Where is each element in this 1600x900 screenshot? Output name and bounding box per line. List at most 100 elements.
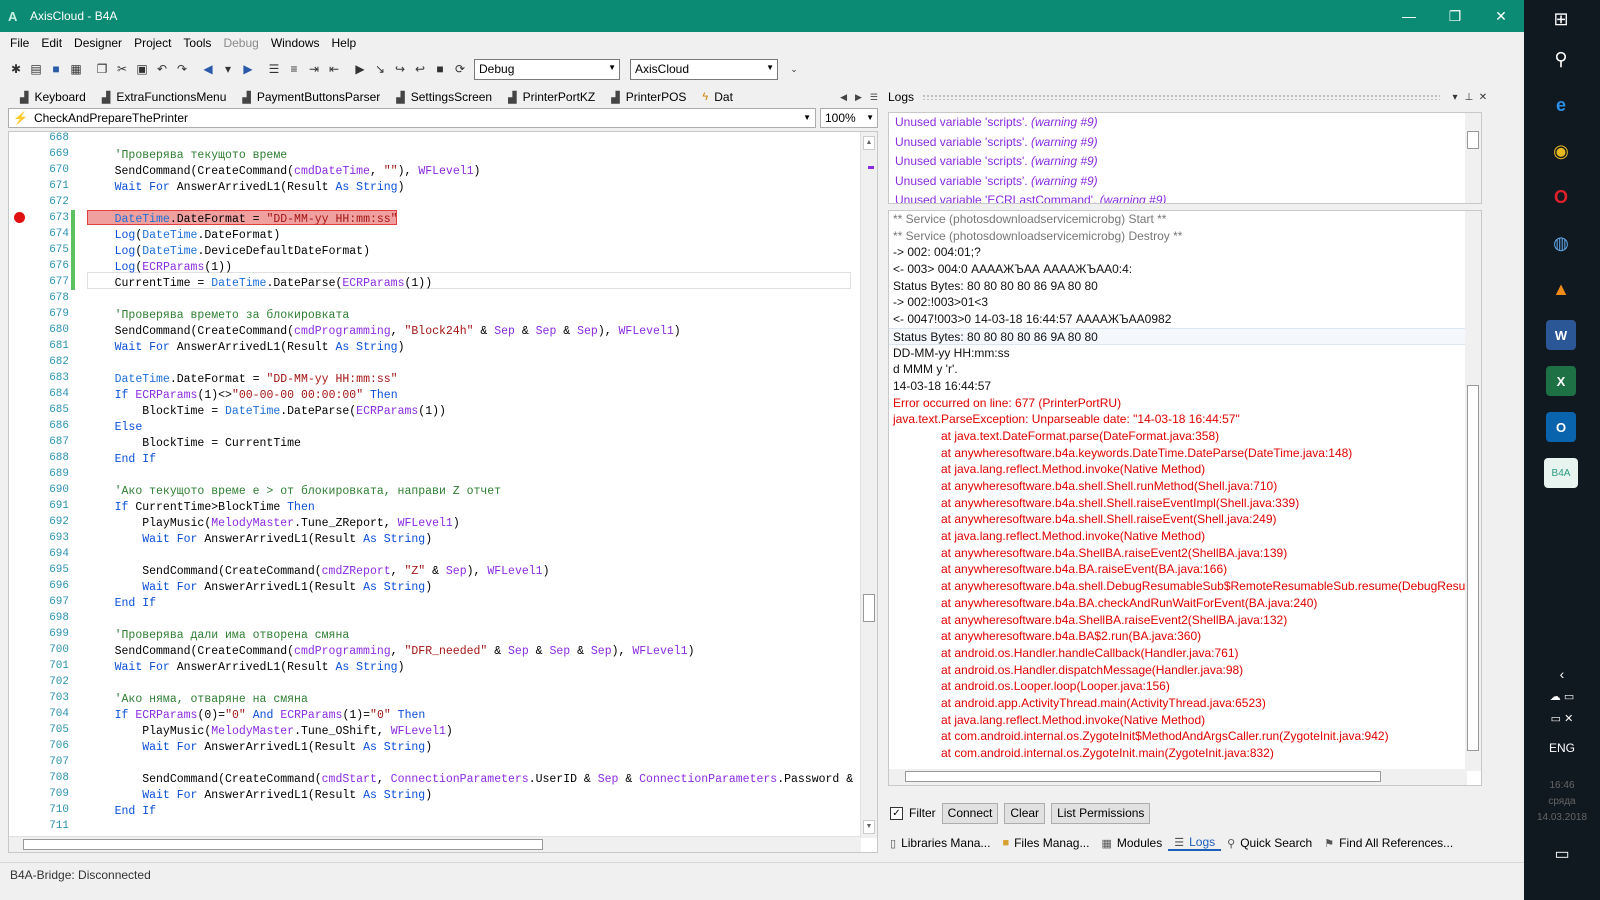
minimize-button[interactable]: — <box>1386 0 1432 32</box>
log-line[interactable]: at android.os.Handler.dispatchMessage(Ha… <box>889 662 1481 679</box>
tab-scroll-left-icon[interactable]: ◀ <box>840 92 847 103</box>
log-line[interactable]: ** Service (photosdownloadservicemicrobg… <box>889 228 1481 245</box>
clear-button[interactable]: Clear <box>1004 802 1046 824</box>
log-line[interactable]: at anywheresoftware.b4a.BA.checkAndRunWa… <box>889 595 1481 612</box>
opera-icon[interactable]: O <box>1546 182 1576 212</box>
scroll-up-icon[interactable]: ▲ <box>863 136 875 150</box>
warning-item[interactable]: Unused variable 'scripts'. (warning #9) <box>889 172 1481 192</box>
uncomment-block-icon[interactable]: ≡ <box>284 59 304 79</box>
tab-extrafunctionsmenu[interactable]: ▟ ExtraFunctionsMenu <box>94 90 235 104</box>
step-out-icon[interactable]: ↩ <box>410 59 430 79</box>
tab-printerpos[interactable]: ▟ PrinterPOS <box>603 90 694 104</box>
log-line[interactable]: Status Bytes: 80 80 80 80 86 9A 80 80 <box>889 278 1481 295</box>
toolbar-overflow-icon[interactable]: ⌄ <box>784 59 804 79</box>
warnings-scrollbar[interactable] <box>1465 113 1481 203</box>
scroll-thumb[interactable] <box>1467 131 1479 149</box>
copy-icon[interactable]: ❐ <box>92 59 112 79</box>
tab-keyboard[interactable]: ▟ Keyboard <box>12 90 94 104</box>
scroll-thumb[interactable] <box>863 594 875 622</box>
b4a-taskbar-icon[interactable]: B4A <box>1544 458 1578 488</box>
log-line[interactable]: at java.lang.reflect.Method.invoke(Nativ… <box>889 461 1481 478</box>
tab-files-manager[interactable]: ■ Files Manag... <box>996 836 1095 850</box>
logs-horizontal-scrollbar[interactable] <box>889 769 1467 785</box>
save-all-icon[interactable]: ▦ <box>66 59 86 79</box>
warning-item[interactable]: Unused variable 'scripts'. (warning #9) <box>889 113 1481 133</box>
tab-paymentbuttonsparser[interactable]: ▟ PaymentButtonsParser <box>234 90 388 104</box>
tab-logs[interactable]: ☰ Logs <box>1168 835 1222 851</box>
save-icon[interactable]: ■ <box>46 59 66 79</box>
connect-button[interactable]: Connect <box>941 802 999 824</box>
open-icon[interactable]: ▤ <box>26 59 46 79</box>
tab-scroll-right-icon[interactable]: ▶ <box>855 92 862 103</box>
scroll-thumb[interactable] <box>905 771 1381 782</box>
run-icon[interactable]: ▶ <box>350 59 370 79</box>
tab-printerportkz[interactable]: ▟ PrinterPortKZ <box>500 90 603 104</box>
log-line[interactable]: -> 002:!003>01<3 <box>889 294 1481 311</box>
menu-file[interactable]: File <box>4 36 35 50</box>
tray-expand-icon[interactable]: ‹ <box>1524 666 1600 682</box>
dropdown-arrow-icon[interactable]: ▾ <box>218 59 238 79</box>
log-line[interactable]: at com.android.internal.os.ZygoteInit.ma… <box>889 745 1481 762</box>
filter-checkbox[interactable]: ✓ <box>890 806 903 820</box>
log-line[interactable]: at java.text.DateFormat.parse(DateFormat… <box>889 428 1481 445</box>
globe-icon[interactable]: ◍ <box>1546 228 1576 258</box>
step-in-icon[interactable]: ↘ <box>370 59 390 79</box>
outlook-icon[interactable]: O <box>1546 412 1576 442</box>
log-line[interactable]: ** Service (photosdownloadservicemicrobg… <box>889 211 1481 228</box>
log-line[interactable]: at anywheresoftware.b4a.keywords.DateTim… <box>889 445 1481 462</box>
log-line[interactable]: Error occurred on line: 677 (PrinterPort… <box>889 395 1481 412</box>
editor-vertical-scrollbar[interactable]: ▲ ▼ <box>860 132 877 838</box>
navigate-back-icon[interactable]: ◀ <box>198 59 218 79</box>
redo-icon[interactable]: ↷ <box>172 59 192 79</box>
comment-block-icon[interactable]: ☰ <box>264 59 284 79</box>
menu-help[interactable]: Help <box>326 36 363 50</box>
undo-icon[interactable]: ↶ <box>152 59 172 79</box>
new-icon[interactable]: ✱ <box>6 59 26 79</box>
logs-vertical-scrollbar[interactable] <box>1465 211 1481 771</box>
close-button[interactable]: ✕ <box>1478 0 1524 32</box>
log-line[interactable]: at anywheresoftware.b4a.shell.DebugResum… <box>889 578 1481 595</box>
log-line[interactable]: java.text.ParseException: Unparseable da… <box>889 411 1481 428</box>
log-line[interactable]: at anywheresoftware.b4a.ShellBA.raiseEve… <box>889 545 1481 562</box>
tab-dat[interactable]: ϟ Dat <box>694 90 741 104</box>
warning-item[interactable]: Unused variable 'ECRLastCommand'. (warni… <box>889 191 1481 203</box>
log-line[interactable]: 14-03-18 16:44:57 <box>889 378 1481 395</box>
cut-icon[interactable]: ✂ <box>112 59 132 79</box>
tab-settingsscreen[interactable]: ▟ SettingsScreen <box>388 90 500 104</box>
menu-debug[interactable]: Debug <box>217 36 264 50</box>
list-permissions-button[interactable]: List Permissions <box>1051 802 1151 824</box>
tab-libraries-manager[interactable]: ▯ Libraries Mana... <box>884 836 996 850</box>
menu-tools[interactable]: Tools <box>177 36 217 50</box>
menu-designer[interactable]: Designer <box>68 36 128 50</box>
log-line[interactable]: at anywheresoftware.b4a.shell.Shell.rais… <box>889 495 1481 512</box>
chrome-icon[interactable]: ◉ <box>1546 136 1576 166</box>
log-line[interactable]: at android.app.ActivityThread.main(Activ… <box>889 695 1481 712</box>
paste-icon[interactable]: ▣ <box>132 59 152 79</box>
notifications-icon[interactable]: ▭ <box>1524 844 1600 864</box>
language-indicator[interactable]: ENG <box>1524 741 1600 755</box>
log-line[interactable]: DD-MM-yy HH:mm:ss <box>889 345 1481 362</box>
warning-item[interactable]: Unused variable 'scripts'. (warning #9) <box>889 133 1481 153</box>
log-line[interactable]: -> 002: 004:01;? <box>889 244 1481 261</box>
warnings-list[interactable]: Unused variable 'scripts'. (warning #9) U… <box>888 112 1482 204</box>
log-line[interactable]: at android.os.Looper.loop(Looper.java:15… <box>889 678 1481 695</box>
code-text[interactable]: 'Проверява текущото време SendCommand(Cr… <box>87 132 857 838</box>
log-line[interactable]: d MMM y 'r'. <box>889 361 1481 378</box>
zoom-select[interactable]: 100% ▼ <box>820 108 878 128</box>
log-line[interactable]: at anywheresoftware.b4a.BA$2.run(BA.java… <box>889 628 1481 645</box>
navigate-forward-icon[interactable]: ▶ <box>238 59 258 79</box>
log-line[interactable]: <- 0047!003>0 14-03-18 16:44:57 ААААЖЪАА… <box>889 311 1481 328</box>
tab-list-icon[interactable]: ☰ <box>870 92 878 103</box>
clock-time[interactable]: 16:46 <box>1524 780 1600 792</box>
tray-network-icon[interactable]: ☁ ▭ <box>1524 690 1600 703</box>
log-line[interactable]: at anywheresoftware.b4a.shell.Shell.rais… <box>889 511 1481 528</box>
log-line[interactable]: at anywheresoftware.b4a.BA.raiseEvent(BA… <box>889 561 1481 578</box>
close-panel-icon[interactable]: ✕ <box>1476 92 1490 103</box>
build-config-select[interactable]: Debug ▼ <box>474 58 620 80</box>
windows-start-icon[interactable]: ⊞ <box>1546 4 1576 34</box>
tray-volume-icon[interactable]: ▭ ✕ <box>1524 712 1600 725</box>
tab-modules[interactable]: ▦ Modules <box>1095 836 1168 850</box>
vlc-icon[interactable]: ▲ <box>1546 274 1576 304</box>
panel-menu-icon[interactable]: ▾ <box>1448 92 1462 103</box>
pin-icon[interactable]: ⊥ <box>1462 92 1476 103</box>
